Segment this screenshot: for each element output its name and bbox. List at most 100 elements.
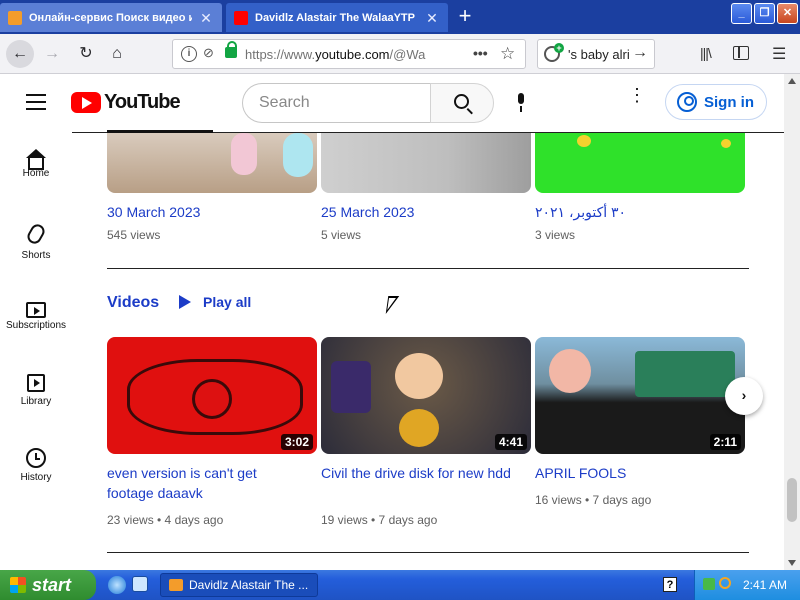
page-actions-icon[interactable]: •••: [473, 45, 488, 61]
scroll-up-arrow-icon[interactable]: [788, 78, 796, 84]
nav-item-library[interactable]: Library: [0, 372, 72, 407]
video-title[interactable]: even version is can't get footage daaavk: [107, 463, 307, 503]
library-icon[interactable]: |||\: [700, 45, 712, 61]
network-tray-icon[interactable]: [703, 578, 715, 590]
address-bar[interactable]: i ⊘ https://www.youtube.com/@Wa ••• ☆: [172, 39, 526, 69]
hamburger-menu-icon[interactable]: [26, 94, 46, 110]
sidebar-toggle-icon[interactable]: [733, 46, 749, 60]
video-date-title[interactable]: ٣٠ أكتوبر، ٢٠٢١: [535, 202, 626, 222]
quick-launch-icon[interactable]: [132, 576, 148, 592]
close-window-button[interactable]: ✕: [777, 3, 798, 24]
windows-logo-icon: [10, 577, 26, 593]
start-button[interactable]: start: [0, 570, 96, 600]
maximize-window-button[interactable]: ❐: [754, 3, 775, 24]
video-views: 545 views: [107, 228, 161, 242]
browser-tab-1[interactable]: Онлайн-сервис Поиск видео и со ✕: [0, 3, 222, 32]
carousel-next-chevron-icon[interactable]: ›: [725, 377, 763, 415]
browser-nav-bar: ← → ↻ ⌂ i ⊘ https://www.youtube.com/@Wa …: [0, 34, 800, 74]
video-thumbnail[interactable]: 3:02: [107, 337, 317, 454]
youtube-favicon-icon: [234, 10, 248, 25]
site-info-icon[interactable]: i: [181, 46, 197, 62]
youtube-logo[interactable]: YouTube: [71, 91, 181, 114]
new-tab-plus-icon[interactable]: +: [452, 5, 478, 28]
video-title[interactable]: Civil the drive disk for new hdd: [321, 463, 521, 483]
shorts-icon: [24, 221, 48, 247]
browser-tab-2-active[interactable]: Davidlz Alastair The WalaaYTP - Yo ✕: [226, 3, 448, 32]
account-icon: [677, 92, 697, 112]
windows-taskbar: start Davidlz Alastair The ... ? 2:41 AM: [0, 570, 800, 600]
scrollbar-thumb[interactable]: [787, 478, 797, 522]
clock: 2:41 AM: [743, 578, 788, 592]
url-text[interactable]: https://www.youtube.com/@Wa: [245, 47, 467, 62]
nav-item-history[interactable]: History: [0, 446, 72, 483]
video-meta: 16 views • 7 days ago: [535, 493, 652, 507]
video-duration-badge: 3:02: [280, 434, 313, 450]
video-views: 5 views: [321, 228, 362, 242]
mouse-cursor-icon: [385, 296, 400, 314]
scroll-down-arrow-icon[interactable]: [788, 560, 796, 566]
section-divider: [107, 268, 749, 269]
video-meta: 19 views • 7 days ago: [321, 513, 438, 527]
nav-item-label: Shorts: [21, 250, 51, 261]
nav-item-subscriptions[interactable]: Subscriptions: [0, 298, 72, 331]
video-duration-badge: 4:41: [494, 434, 527, 450]
close-tab-icon[interactable]: ✕: [198, 11, 214, 25]
more-vertical-icon[interactable]: ⋮: [628, 86, 646, 104]
home-icon: [26, 149, 46, 170]
taskbar-window-label: Davidlz Alastair The ...: [189, 578, 309, 592]
play-icon: [179, 295, 191, 309]
nav-item-label: History: [20, 472, 52, 483]
bookmark-star-icon[interactable]: ☆: [500, 44, 515, 64]
youtube-search-button[interactable]: [430, 83, 494, 123]
video-views: 3 views: [535, 228, 576, 242]
video-thumbnail[interactable]: 4:41: [321, 337, 531, 454]
permissions-icon[interactable]: ⊘: [203, 45, 214, 61]
subscriptions-icon: [26, 302, 46, 318]
play-all-button[interactable]: Play all: [179, 294, 251, 310]
video-title[interactable]: APRIL FOOLS: [535, 463, 735, 483]
internet-explorer-icon[interactable]: [108, 576, 126, 594]
browser-home-icon[interactable]: ⌂: [103, 40, 131, 68]
add-search-icon: +: [554, 43, 564, 53]
browser-window-icon: [169, 579, 183, 591]
start-label: start: [32, 575, 72, 595]
lock-icon: [225, 41, 237, 58]
video-date-title[interactable]: 30 March 2023: [107, 202, 200, 222]
browser-menu-icon[interactable]: ☰: [772, 44, 786, 64]
video-date-title[interactable]: 25 March 2023: [321, 202, 414, 222]
search-icon: [454, 94, 469, 109]
youtube-header: YouTube Search ⋮ Sign in: [0, 74, 784, 132]
sign-in-label: Sign in: [704, 93, 754, 111]
nav-item-label: Library: [20, 396, 52, 407]
section-divider: [107, 552, 749, 553]
video-meta: 23 views • 4 days ago: [107, 513, 224, 527]
microphone-icon[interactable]: [515, 93, 527, 113]
sign-in-button[interactable]: Sign in: [665, 84, 767, 120]
browser-search-box[interactable]: + 's baby alri →: [537, 39, 655, 69]
system-tray: 2:41 AM: [694, 570, 800, 600]
nav-item-shorts[interactable]: Shorts: [0, 221, 72, 261]
video-thumbnail[interactable]: [535, 133, 745, 193]
tab-title: Онлайн-сервис Поиск видео и со: [29, 11, 192, 24]
page-scrollbar[interactable]: [784, 74, 800, 570]
video-thumbnail[interactable]: [321, 133, 531, 193]
minimize-window-button[interactable]: _: [731, 3, 752, 24]
taskbar-window-button[interactable]: Davidlz Alastair The ...: [160, 573, 318, 597]
back-arrow-icon[interactable]: ←: [6, 40, 34, 68]
browser-search-text[interactable]: 's baby alri: [568, 47, 630, 62]
video-thumbnail[interactable]: [107, 133, 317, 193]
search-go-arrow-icon[interactable]: →: [632, 44, 648, 62]
nav-item-home[interactable]: Home: [0, 149, 72, 179]
reload-icon[interactable]: ↻: [72, 40, 100, 68]
youtube-search-input[interactable]: Search: [242, 83, 431, 123]
help-icon[interactable]: ?: [663, 577, 677, 592]
close-tab-icon[interactable]: ✕: [424, 11, 440, 25]
youtube-play-logo-icon: [71, 92, 101, 113]
video-duration-badge: 2:11: [709, 434, 741, 450]
search-tray-icon[interactable]: [719, 577, 731, 589]
forward-arrow-icon[interactable]: →: [38, 40, 66, 68]
library-icon: [27, 374, 45, 392]
video-thumbnail[interactable]: 2:11: [535, 337, 745, 454]
videos-section-title[interactable]: Videos: [107, 294, 159, 312]
history-icon: [26, 448, 46, 468]
